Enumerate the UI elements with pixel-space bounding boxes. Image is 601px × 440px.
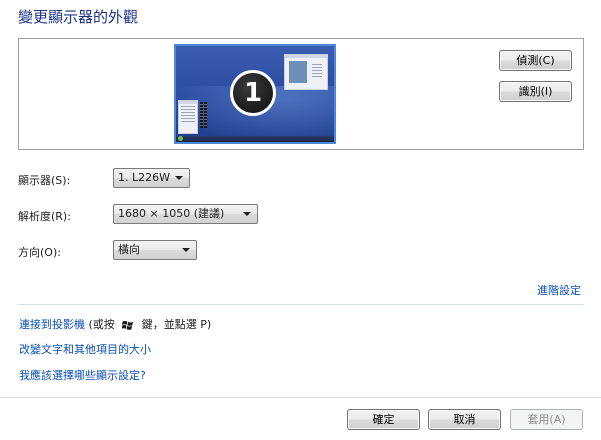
display-select-value: 1. L226W	[118, 171, 170, 184]
detect-button[interactable]: 偵測(C)	[499, 50, 572, 71]
section-divider	[18, 304, 584, 305]
footer-divider	[0, 397, 601, 398]
desktop-gadget-bar	[200, 102, 203, 128]
windows-logo-icon	[122, 320, 134, 330]
text-size-link[interactable]: 改變文字和其他項目的大小	[19, 341, 151, 357]
chevron-down-icon	[175, 176, 183, 180]
projector-link[interactable]: 連接到投影機	[19, 318, 85, 331]
advanced-settings-link[interactable]: 進階設定	[537, 282, 581, 298]
apply-button[interactable]: 套用(A)	[510, 409, 583, 430]
projector-hint-prefix: (或按	[88, 318, 115, 331]
projector-hint-suffix: 鍵，並點選 P)	[141, 318, 212, 331]
resolution-select[interactable]: 1680 × 1050 (建議)	[113, 204, 258, 224]
display-help-link[interactable]: 我應該選擇哪些顯示設定?	[19, 367, 146, 383]
page-title: 變更顯示器的外觀	[18, 8, 139, 26]
desktop-gadget-bar	[204, 102, 207, 128]
monitor-preview[interactable]: 1	[174, 44, 336, 144]
resolution-select-value: 1680 × 1050 (建議)	[118, 207, 225, 220]
monitor-number-badge: 1	[230, 70, 276, 116]
orientation-select-value: 橫向	[118, 243, 140, 256]
projector-link-row: 連接到投影機 (或按 鍵，並點選 P)	[19, 316, 211, 332]
chevron-down-icon	[182, 248, 190, 252]
desktop-gadget-thumbnail	[178, 100, 198, 134]
orientation-select[interactable]: 橫向	[113, 240, 197, 260]
start-orb-icon	[178, 136, 183, 141]
resolution-label: 解析度(R):	[18, 210, 71, 223]
orientation-label: 方向(O):	[18, 246, 61, 259]
chevron-down-icon	[243, 212, 251, 216]
desktop-window-thumbnail	[284, 54, 328, 90]
desktop-taskbar	[176, 136, 334, 142]
ok-button[interactable]: 確定	[347, 409, 420, 430]
identify-button[interactable]: 識別(I)	[499, 81, 572, 102]
cancel-button[interactable]: 取消	[428, 409, 501, 430]
display-label: 顯示器(S):	[18, 174, 71, 187]
display-select[interactable]: 1. L226W	[113, 168, 190, 188]
